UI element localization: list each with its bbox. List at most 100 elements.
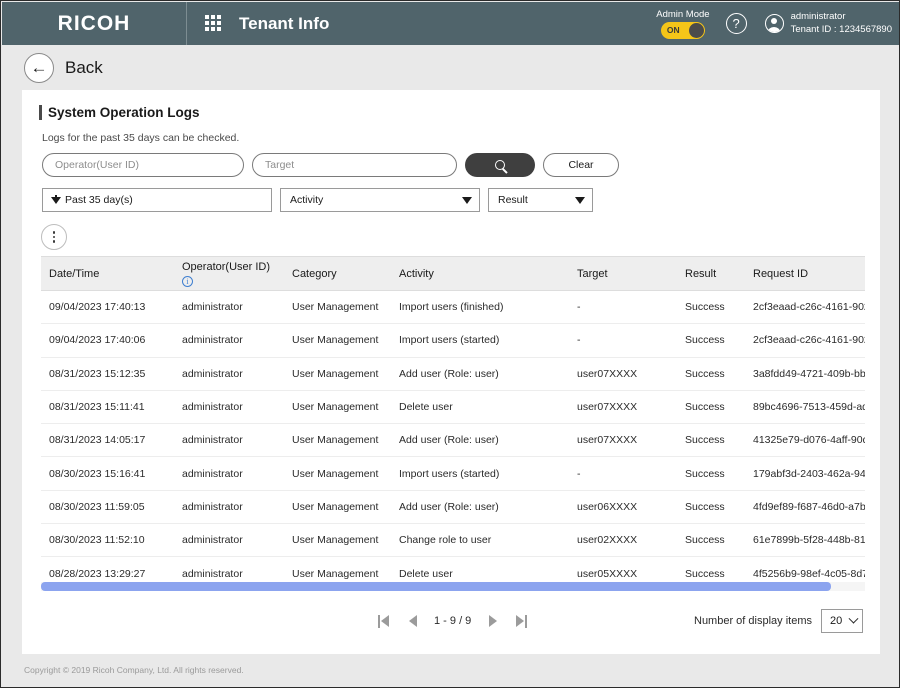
cell-activity: Add user (Role: user) (391, 357, 569, 391)
cell-result: Success (677, 523, 745, 558)
cell-activity: Delete user (391, 390, 569, 425)
app-window: RICOH Tenant Info Admin Mode ON ? admini… (0, 0, 900, 688)
table-row[interactable]: 08/31/2023 15:11:41 administrator User Man… (41, 390, 865, 425)
column-header-request-id[interactable]: Request ID (745, 256, 865, 291)
first-page-button[interactable] (376, 613, 391, 629)
operator-user-id-input[interactable] (42, 153, 244, 177)
cell-datetime: 08/31/2023 14:05:17 (41, 423, 174, 458)
cell-request-id: 61e7899b-5f28-448b-81ec- (745, 523, 865, 558)
pagination-controls: 1 - 9 / 9 (376, 613, 529, 629)
section-subtitle: Logs for the past 35 days can be checked… (42, 132, 240, 144)
activity-select[interactable]: Activity (280, 188, 480, 212)
column-header-operator[interactable]: Operator(User ID) i (174, 256, 284, 291)
cell-datetime: 09/04/2023 17:40:06 (41, 323, 174, 358)
filter-row-primary: Clear (42, 153, 619, 177)
activity-select-value: Activity (290, 194, 324, 206)
logs-table-head: Date/Time Operator(User ID) i Category A… (41, 256, 865, 291)
cell-result: Success (677, 456, 745, 491)
cell-target: user02XXXX (569, 523, 677, 558)
result-select[interactable]: Result (488, 188, 593, 212)
cell-activity: Import users (started) (391, 456, 569, 491)
display-items-select[interactable]: 20 (821, 609, 863, 633)
table-row[interactable]: 08/28/2023 13:29:27 administrator User Man… (41, 556, 865, 581)
arrow-left-icon: ← (30, 58, 48, 77)
search-button[interactable] (465, 153, 535, 177)
previous-page-button[interactable] (405, 613, 420, 629)
column-header-operator-label: Operator(User ID) (182, 260, 271, 273)
pagination-bar: 1 - 9 / 9 Number of display items 20 (22, 606, 880, 636)
display-items-label: Number of display items (694, 615, 812, 627)
column-header-activity[interactable]: Activity (391, 256, 569, 291)
section-title: System Operation Logs (39, 105, 200, 120)
more-options-button[interactable] (41, 224, 67, 250)
table-header-row: Date/Time Operator(User ID) i Category A… (41, 256, 865, 291)
footer: Copyright © 2019 Ricoh Company, Ltd. All… (2, 654, 899, 686)
cell-activity: Add user (Role: user) (391, 423, 569, 458)
admin-mode-state: ON (666, 24, 680, 35)
back-bar: ← Back (2, 45, 899, 90)
cell-category: User Management (284, 357, 391, 391)
cell-category: User Management (284, 490, 391, 525)
table-row[interactable]: 08/31/2023 14:05:17 administrator User Man… (41, 423, 865, 458)
cell-result: Success (677, 556, 745, 581)
table-row[interactable]: 09/04/2023 17:40:06 administrator User Man… (41, 323, 865, 358)
cell-request-id: 89bc4696-7513-459d-adda (745, 390, 865, 425)
cell-operator: administrator (174, 456, 284, 491)
table-row[interactable]: 08/30/2023 15:16:41 administrator User Man… (41, 456, 865, 491)
cell-operator: administrator (174, 523, 284, 558)
column-header-result[interactable]: Result (677, 256, 745, 291)
cell-operator: administrator (174, 390, 284, 425)
column-header-target[interactable]: Target (569, 256, 677, 291)
target-input[interactable] (252, 153, 457, 177)
cell-request-id: 179abf3d-2403-462a-9496 (745, 456, 865, 491)
column-header-category[interactable]: Category (284, 256, 391, 291)
cell-operator: administrator (174, 357, 284, 391)
cell-target: user07XXXX (569, 390, 677, 425)
cell-request-id: 4f5256b9-98ef-4c05-8d7c- (745, 556, 865, 581)
toggle-knob (688, 22, 704, 38)
table-row[interactable]: 09/04/2023 17:40:13 administrator User Man… (41, 290, 865, 325)
page-title: Tenant Info (239, 13, 330, 33)
last-page-button[interactable] (514, 613, 529, 629)
horizontal-scrollbar-thumb[interactable] (41, 582, 831, 591)
admin-mode-toggle[interactable]: ON (660, 21, 705, 39)
cell-category: User Management (284, 456, 391, 491)
cell-category: User Management (284, 290, 391, 325)
cell-request-id: 41325e79-d076-4aff-90d8- (745, 423, 865, 458)
chevron-down-icon (575, 196, 585, 204)
table-row[interactable]: 08/31/2023 15:12:35 administrator User Man… (41, 357, 865, 391)
cell-request-id: 2cf3eaad-c26c-4161-9025- (745, 323, 865, 358)
cell-target: - (569, 456, 677, 491)
cell-datetime: 09/04/2023 17:40:13 (41, 290, 174, 325)
cell-target: user07XXXX (569, 423, 677, 458)
user-account[interactable]: administrator Tenant ID : 1234567890 (764, 11, 892, 36)
tenant-id: Tenant ID : 1234567890 (790, 23, 892, 35)
cell-category: User Management (284, 556, 391, 581)
filter-funnel-icon (51, 194, 61, 204)
cell-category: User Management (284, 390, 391, 425)
clear-button[interactable]: Clear (543, 153, 619, 177)
cell-result: Success (677, 290, 745, 325)
chevron-down-icon (462, 196, 472, 204)
content-card: System Operation Logs Logs for the past … (22, 90, 880, 655)
table-row[interactable]: 08/30/2023 11:52:10 administrator User Man… (41, 523, 865, 558)
date-range-filter[interactable]: Past 35 day(s) (42, 188, 272, 212)
help-icon[interactable]: ? (725, 13, 747, 34)
cell-activity: Change role to user (391, 523, 569, 558)
cell-target: - (569, 323, 677, 358)
logs-table-body: 09/04/2023 17:40:13 administrator User Man… (41, 290, 865, 581)
logs-table-container: Date/Time Operator(User ID) i Category A… (41, 256, 865, 581)
app-grid-icon[interactable] (205, 15, 222, 32)
table-row[interactable]: 08/30/2023 11:59:05 administrator User Man… (41, 490, 865, 525)
admin-mode-label: Admin Mode (656, 8, 710, 20)
column-header-datetime[interactable]: Date/Time (41, 256, 174, 291)
back-label[interactable]: Back (65, 58, 103, 78)
info-icon[interactable]: i (182, 275, 193, 287)
cell-operator: administrator (174, 290, 284, 325)
page-range-label: 1 - 9 / 9 (434, 615, 472, 627)
next-page-button[interactable] (485, 613, 500, 629)
cell-activity: Delete user (391, 556, 569, 581)
back-button[interactable]: ← (24, 52, 54, 83)
horizontal-scrollbar-track[interactable] (41, 582, 865, 591)
cell-result: Success (677, 323, 745, 358)
